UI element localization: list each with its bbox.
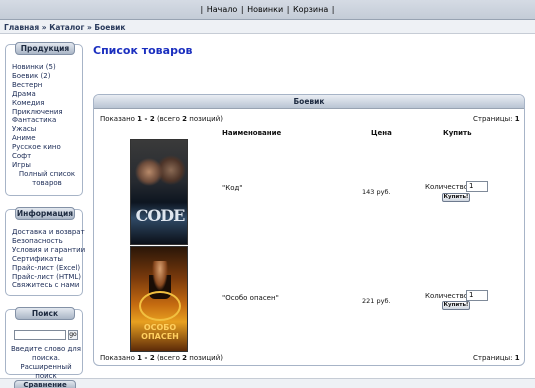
category-item[interactable]: Вестерн bbox=[12, 81, 82, 90]
products-panel: Продукция Новинки (5) Боевик (2) Вестерн… bbox=[5, 42, 83, 196]
info-link[interactable]: Свяжитесь с нами bbox=[12, 281, 82, 290]
category-item[interactable]: Аниме bbox=[12, 134, 82, 143]
wanted-movie-poster-image[interactable]: ОСОБО ОПАСЕН bbox=[130, 246, 188, 352]
listing-count-top: Показано 1 - 2 (всего 2 позиций) bbox=[100, 115, 223, 123]
category-item[interactable]: Фантастика bbox=[12, 116, 82, 125]
category-item[interactable]: Софт bbox=[12, 152, 82, 161]
column-header-name[interactable]: Наименование bbox=[222, 129, 281, 137]
info-link[interactable]: Прайс-лист (HTML) bbox=[12, 273, 82, 282]
category-item[interactable]: Приключения bbox=[12, 108, 82, 117]
column-header-buy: Купить bbox=[443, 129, 472, 137]
quantity-label: Количество: bbox=[425, 292, 471, 300]
category-item[interactable]: Игры bbox=[12, 161, 82, 170]
full-product-list-link[interactable]: Полный список bbox=[12, 170, 82, 179]
code-movie-poster-image[interactable]: CODE bbox=[130, 139, 188, 245]
info-panel: Информация Доставка и возврат Безопаснос… bbox=[5, 207, 85, 296]
category-item[interactable]: Новинки (5) bbox=[12, 63, 82, 72]
product-name-link[interactable]: "Особо опасен" bbox=[222, 294, 279, 302]
breadcrumb-bar: Главная » Каталог » Боевик bbox=[0, 20, 535, 34]
info-link-list: Доставка и возврат Безопасность Условия … bbox=[12, 228, 85, 290]
breadcrumb[interactable]: Главная » Каталог » Боевик bbox=[4, 23, 125, 32]
top-nav-links: | Начало | Новинки | Корзина | bbox=[200, 5, 335, 14]
info-panel-title: Информация bbox=[15, 207, 75, 220]
bottom-bar bbox=[0, 378, 535, 388]
compare-panel-title: Сравнение bbox=[14, 380, 76, 388]
product-name-link[interactable]: "Код" bbox=[222, 184, 243, 192]
full-product-list-link-line2[interactable]: товаров bbox=[12, 179, 82, 188]
products-category-list: Новинки (5) Боевик (2) Вестерн Драма Ком… bbox=[12, 63, 82, 188]
search-hint: Введите слово для поиска. Расширенный по… bbox=[10, 345, 82, 381]
info-link[interactable]: Сертификаты bbox=[12, 255, 82, 264]
search-panel: Поиск go Введите слово для поиска. Расши… bbox=[5, 307, 83, 380]
info-link[interactable]: Доставка и возврат bbox=[12, 228, 85, 237]
quantity-input[interactable]: 1 bbox=[466, 290, 488, 301]
info-link[interactable]: Безопасность bbox=[12, 237, 82, 246]
search-hint-line2: поиска. bbox=[32, 353, 60, 362]
nav-link-home[interactable]: Начало bbox=[207, 5, 238, 14]
category-item[interactable]: Русское кино bbox=[12, 143, 82, 152]
info-link[interactable]: Условия и гарантии bbox=[12, 246, 85, 255]
category-item[interactable]: Ужасы bbox=[12, 125, 82, 134]
page-number[interactable]: 1 bbox=[515, 115, 520, 123]
category-item-active[interactable]: Боевик (2) bbox=[12, 72, 82, 81]
poster-title: CODE bbox=[135, 206, 186, 225]
product-price: 143 руб. bbox=[362, 188, 391, 196]
listing-count-bottom: Показано 1 - 2 (всего 2 позиций) bbox=[100, 354, 223, 362]
search-input[interactable] bbox=[14, 330, 66, 340]
search-hint-line1: Введите слово для bbox=[11, 345, 81, 353]
category-item[interactable]: Комедия bbox=[12, 99, 82, 108]
search-panel-title: Поиск bbox=[15, 307, 75, 320]
product-price: 221 руб. bbox=[362, 297, 391, 305]
pagination-bottom: Страницы: 1 bbox=[473, 354, 520, 362]
info-link[interactable]: Прайс-лист (Excel) bbox=[12, 264, 82, 273]
page-number[interactable]: 1 bbox=[515, 354, 520, 362]
product-listing-header: Боевик bbox=[94, 95, 524, 109]
poster-title: ОСОБО ОПАСЕН bbox=[141, 323, 179, 341]
pagination-top: Страницы: 1 bbox=[473, 115, 520, 123]
buy-button[interactable]: Купить! bbox=[442, 193, 470, 202]
nav-link-new[interactable]: Новинки bbox=[247, 5, 283, 14]
quantity-label: Количество: bbox=[425, 183, 471, 191]
quantity-input[interactable]: 1 bbox=[466, 181, 488, 192]
page-title: Список товаров bbox=[93, 44, 193, 57]
column-header-price[interactable]: Цена bbox=[371, 129, 392, 137]
nav-link-cart[interactable]: Корзина bbox=[293, 5, 328, 14]
products-panel-title: Продукция bbox=[15, 42, 75, 55]
buy-button[interactable]: Купить! bbox=[442, 301, 470, 310]
top-navigation-bar: | Начало | Новинки | Корзина | bbox=[0, 0, 535, 20]
category-item[interactable]: Драма bbox=[12, 90, 82, 99]
search-go-button[interactable]: go bbox=[68, 330, 78, 340]
